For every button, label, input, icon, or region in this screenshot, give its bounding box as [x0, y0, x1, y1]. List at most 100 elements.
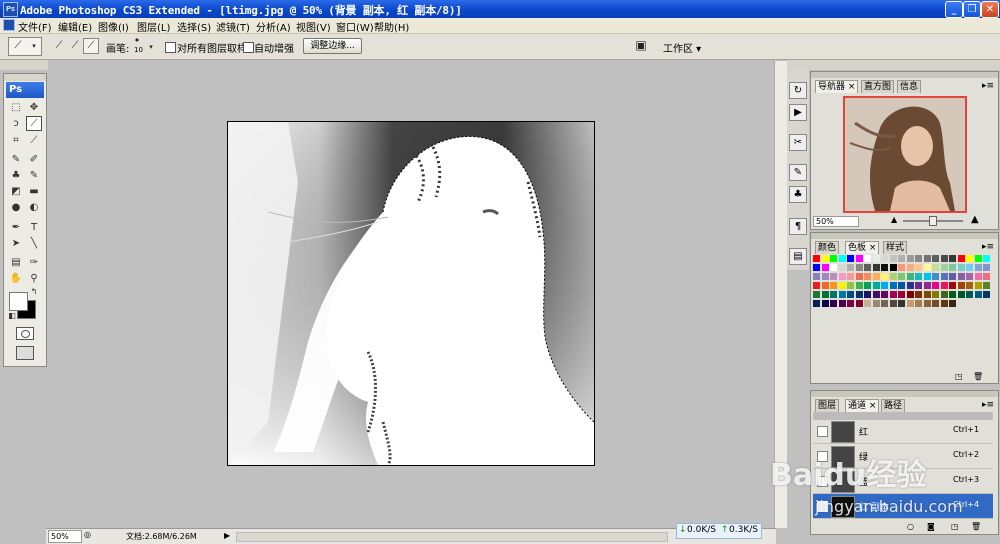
color-swatch[interactable] — [813, 255, 820, 262]
menu-image[interactable]: 图像(I) — [98, 19, 129, 34]
color-swatch[interactable] — [932, 273, 939, 280]
color-swatch[interactable] — [940, 255, 948, 262]
panel-menu-icon[interactable]: ▸≡ — [982, 400, 994, 410]
color-swatch[interactable] — [838, 273, 846, 280]
zoom-out-icon[interactable]: ▲ — [891, 215, 897, 224]
color-swatch[interactable] — [830, 282, 837, 289]
healing-brush-icon[interactable]: ✎ — [8, 152, 24, 167]
color-swatch[interactable] — [847, 300, 854, 307]
color-swatch[interactable] — [983, 264, 990, 271]
tab-color[interactable]: 颜色 — [815, 241, 840, 254]
brushes-panel-icon[interactable]: ✎ — [789, 164, 807, 181]
color-swatch[interactable] — [872, 300, 880, 307]
path-selection-icon[interactable]: ➤ — [8, 236, 24, 251]
color-swatch[interactable] — [983, 282, 990, 289]
tab-histogram[interactable]: 直方图 — [861, 80, 895, 93]
notes-tool-icon[interactable]: ▤ — [8, 255, 24, 270]
color-swatch[interactable] — [898, 255, 905, 262]
color-swatch[interactable] — [923, 291, 931, 298]
color-swatch[interactable] — [957, 255, 965, 262]
color-swatch[interactable] — [906, 255, 914, 262]
ps-logo-button[interactable]: Ps — [6, 82, 44, 98]
color-swatch[interactable] — [966, 291, 973, 298]
color-swatch[interactable] — [821, 300, 829, 307]
type-tool-icon[interactable]: T — [26, 220, 42, 235]
color-swatch[interactable] — [881, 273, 888, 280]
panel-grip[interactable] — [811, 391, 998, 397]
color-swatch[interactable] — [906, 264, 914, 271]
color-swatch[interactable] — [872, 282, 880, 289]
color-swatch[interactable] — [881, 291, 888, 298]
color-swatch[interactable] — [813, 300, 820, 307]
color-swatch[interactable] — [932, 264, 939, 271]
color-swatch[interactable] — [949, 273, 956, 280]
foreground-color-swatch[interactable] — [9, 292, 28, 311]
paragraph-panel-icon[interactable]: ¶ — [789, 218, 807, 235]
swatch-grid[interactable] — [813, 255, 995, 315]
color-swatch[interactable] — [855, 291, 863, 298]
menu-layer[interactable]: 图层(L) — [137, 19, 170, 34]
eraser-tool-icon[interactable]: ◩ — [8, 184, 24, 199]
color-swatch[interactable] — [830, 300, 837, 307]
color-swatch[interactable] — [813, 291, 820, 298]
color-swatch[interactable] — [898, 264, 905, 271]
menu-filter[interactable]: 滤镜(T) — [216, 19, 250, 34]
color-swatch[interactable] — [821, 264, 829, 271]
delete-swatch-icon[interactable]: 🗑 — [973, 372, 983, 381]
load-selection-icon[interactable]: ○ — [907, 522, 914, 531]
default-colors-icon[interactable]: ◧ — [7, 311, 17, 321]
panel-menu-icon[interactable]: ▸≡ — [982, 81, 994, 91]
color-swatch[interactable] — [966, 282, 973, 289]
color-swatch[interactable] — [898, 300, 905, 307]
tab-paths[interactable]: 路径 — [881, 399, 906, 412]
menu-select[interactable]: 选择(S) — [177, 19, 211, 34]
color-swatch[interactable] — [983, 291, 990, 298]
new-channel-icon[interactable]: ◳ — [951, 522, 959, 531]
color-swatch[interactable] — [949, 300, 956, 307]
zoom-level-field[interactable]: 50% — [48, 530, 82, 543]
color-swatch[interactable] — [957, 291, 965, 298]
color-swatch[interactable] — [864, 282, 871, 289]
color-swatch[interactable] — [847, 273, 854, 280]
auto-enhance-checkbox[interactable] — [243, 42, 254, 53]
marquee-tool-icon[interactable]: ⬚ — [8, 100, 24, 115]
color-swatch[interactable] — [864, 300, 871, 307]
color-swatch[interactable] — [923, 264, 931, 271]
color-swatch[interactable] — [949, 282, 956, 289]
color-swatch[interactable] — [889, 300, 897, 307]
menu-view[interactable]: 视图(V) — [296, 19, 331, 34]
color-swatch[interactable] — [813, 282, 820, 289]
actions-panel-icon[interactable]: ▶ — [789, 104, 807, 121]
menu-help[interactable]: 帮助(H) — [374, 19, 409, 34]
color-swatch[interactable] — [864, 255, 871, 262]
color-swatch[interactable] — [881, 300, 888, 307]
color-swatch[interactable] — [915, 300, 922, 307]
minimize-button[interactable]: _ — [945, 1, 963, 18]
color-swatch[interactable] — [940, 273, 948, 280]
line-tool-icon[interactable]: ╲ — [26, 236, 42, 251]
color-swatch[interactable] — [898, 282, 905, 289]
tab-swatches[interactable]: 色板 × — [845, 241, 880, 254]
color-swatch[interactable] — [830, 291, 837, 298]
color-swatch[interactable] — [847, 255, 854, 262]
color-swatch[interactable] — [838, 255, 846, 262]
color-swatch[interactable] — [864, 291, 871, 298]
color-swatch[interactable] — [864, 273, 871, 280]
color-swatch[interactable] — [949, 255, 956, 262]
color-swatch[interactable] — [855, 255, 863, 262]
restore-button[interactable]: ❐ — [963, 1, 981, 18]
menu-analysis[interactable]: 分析(A) — [256, 19, 291, 34]
layer-comps-icon[interactable]: ▤ — [789, 248, 807, 265]
save-selection-icon[interactable]: ◙ — [927, 522, 935, 531]
color-swatch[interactable] — [940, 291, 948, 298]
color-swatch[interactable] — [821, 255, 829, 262]
color-swatch[interactable] — [932, 282, 939, 289]
delete-channel-icon[interactable]: 🗑 — [971, 522, 981, 531]
refine-edge-button[interactable]: 调整边缘... — [303, 38, 362, 54]
zoom-tool-icon[interactable]: ⚲ — [26, 271, 42, 286]
color-swatch[interactable] — [957, 264, 965, 271]
close-button[interactable]: ✕ — [981, 1, 999, 18]
color-swatch[interactable] — [838, 291, 846, 298]
image-canvas[interactable] — [227, 121, 595, 466]
color-swatch[interactable] — [830, 255, 837, 262]
